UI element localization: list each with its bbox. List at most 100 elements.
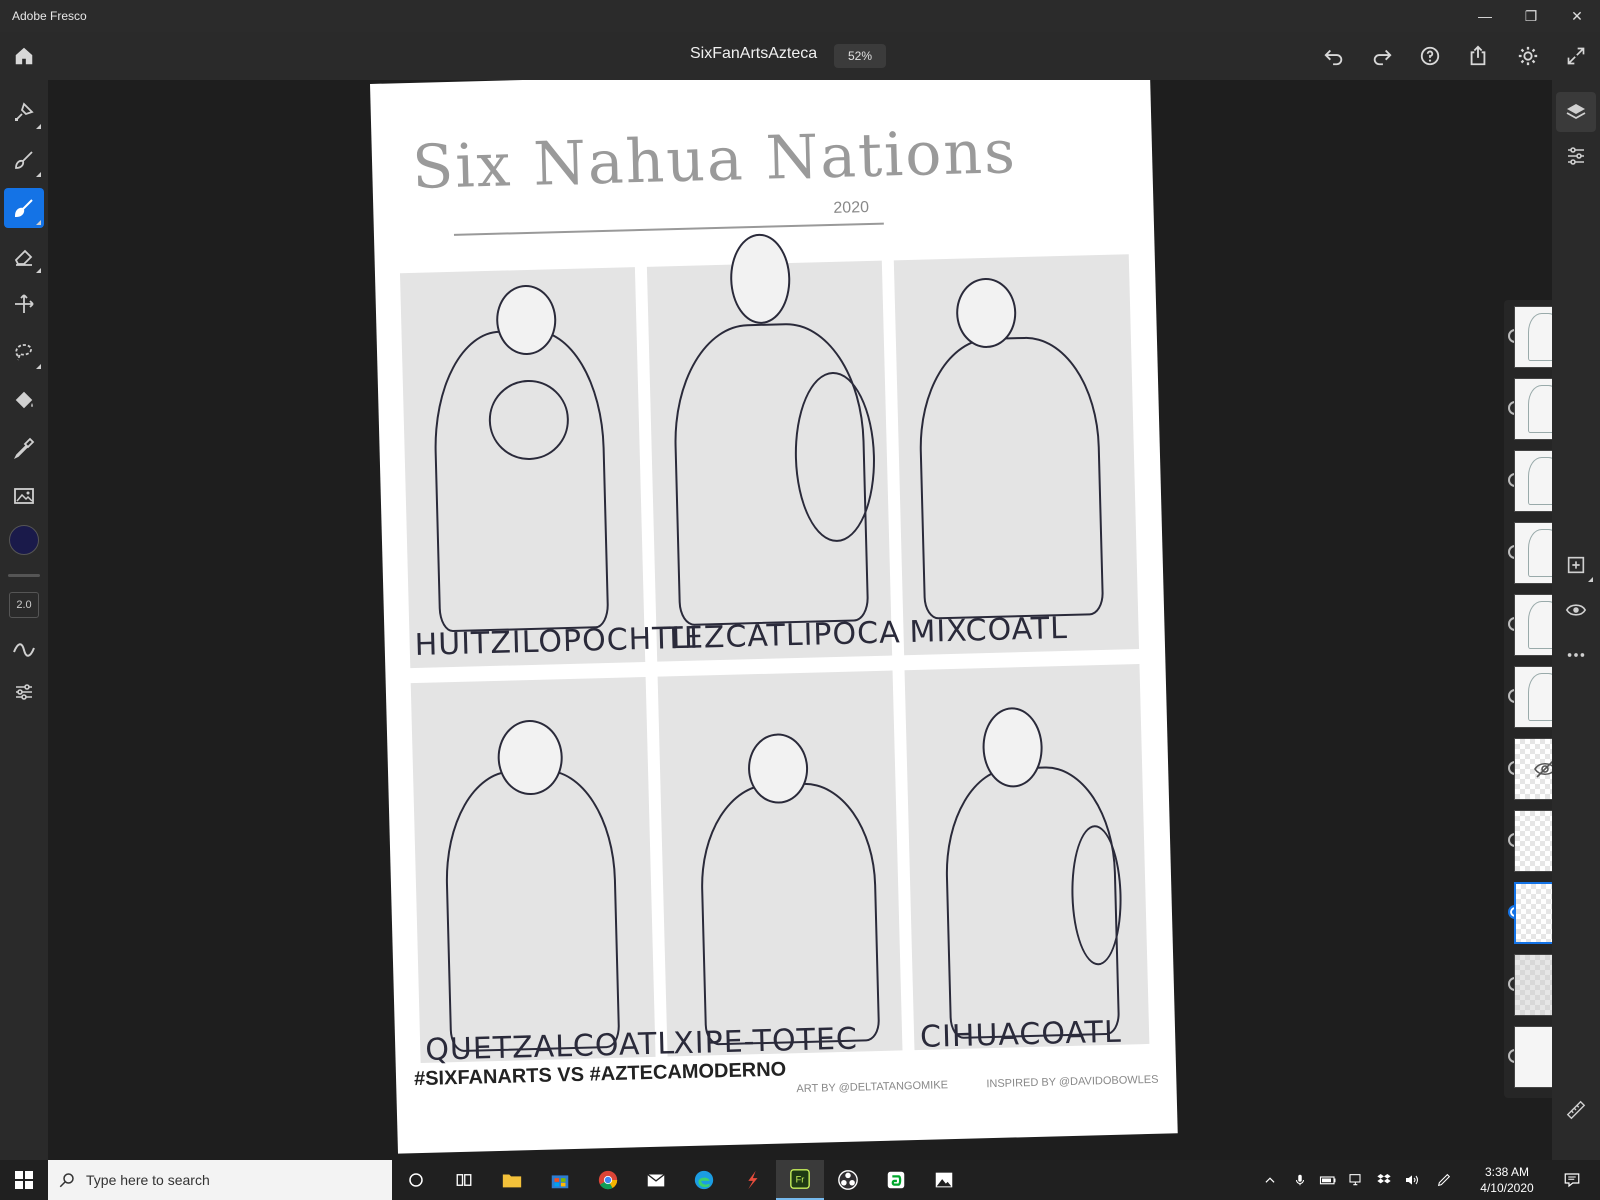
share-button[interactable]: [1462, 40, 1494, 72]
file-explorer-button[interactable]: [488, 1160, 536, 1200]
name-label-2: TEZCATLIPOCA: [664, 615, 902, 657]
artboard[interactable]: Six Nahua Nations 2020 HUITZILOPOCHTLI T…: [370, 80, 1178, 1154]
tool-options-indicator: [36, 268, 41, 273]
layer-row[interactable]: [1504, 374, 1552, 442]
toggle-visibility-button[interactable]: [1556, 590, 1596, 630]
undo-icon: [1324, 49, 1343, 66]
evernote-button[interactable]: [872, 1160, 920, 1200]
title-underline: [453, 222, 884, 236]
search-placeholder: Type here to search: [86, 1172, 210, 1188]
sketchbook-button[interactable]: [728, 1160, 776, 1200]
layer-row-background[interactable]: [1504, 1022, 1552, 1090]
layer-row-selected[interactable]: [1504, 878, 1552, 946]
more-icon: [1567, 653, 1585, 657]
fullscreen-button[interactable]: [1560, 40, 1592, 72]
sliders-icon: [1568, 147, 1584, 165]
minimize-button[interactable]: —: [1462, 0, 1508, 32]
layer-row[interactable]: [1504, 446, 1552, 514]
help-button[interactable]: [1414, 40, 1446, 72]
layer-row[interactable]: [1504, 518, 1552, 586]
pen-workspace-icon[interactable]: [1434, 1170, 1454, 1190]
layer-thumbnail[interactable]: [1514, 882, 1552, 944]
store-button[interactable]: [536, 1160, 584, 1200]
taskbar-search[interactable]: Type here to search: [48, 1160, 392, 1200]
layer-thumbnail[interactable]: [1514, 666, 1552, 728]
color-picker-swatch[interactable]: [9, 525, 39, 555]
settings-button[interactable]: [1512, 40, 1544, 72]
live-brush-tool[interactable]: [4, 140, 44, 180]
layer-row[interactable]: [1504, 950, 1552, 1018]
brush-settings-tool[interactable]: [4, 672, 44, 712]
paint-bucket-icon: [15, 391, 33, 409]
place-image-tool[interactable]: [4, 476, 44, 516]
chrome-icon: [598, 1170, 618, 1190]
edge-button[interactable]: [680, 1160, 728, 1200]
layer-row[interactable]: [1504, 590, 1552, 658]
layers-toggle-button[interactable]: [1556, 92, 1596, 132]
layer-thumbnail[interactable]: [1514, 1026, 1552, 1088]
cortana-button[interactable]: [392, 1160, 440, 1200]
redo-button[interactable]: [1366, 40, 1398, 72]
layer-thumbnail[interactable]: [1514, 954, 1552, 1016]
mail-button[interactable]: [632, 1160, 680, 1200]
layer-row[interactable]: [1504, 806, 1552, 874]
microphone-icon[interactable]: [1290, 1170, 1310, 1190]
eraser-tool[interactable]: [4, 236, 44, 276]
maximize-button[interactable]: ❐: [1508, 0, 1554, 32]
inspired-credit: INSPIRED BY @DAVIDOBOWLES: [986, 1073, 1159, 1091]
battery-icon[interactable]: [1318, 1170, 1338, 1190]
move-tool[interactable]: [4, 284, 44, 324]
name-label-3: MIXCOATL: [909, 610, 1069, 651]
layer-thumbnail[interactable]: [1514, 594, 1552, 656]
lasso-icon: [15, 344, 32, 361]
layer-thumbnail[interactable]: [1514, 450, 1552, 512]
more-options-button[interactable]: [1556, 635, 1596, 675]
obs-button[interactable]: [824, 1160, 872, 1200]
eyedropper-tool[interactable]: [4, 428, 44, 468]
layer-row[interactable]: [1504, 662, 1552, 730]
home-icon: [15, 47, 33, 65]
smoothing-tool[interactable]: [4, 630, 44, 670]
task-view-button[interactable]: [440, 1160, 488, 1200]
network-icon[interactable]: [1346, 1170, 1366, 1190]
folder-icon: [502, 1174, 522, 1188]
art-credit: ART BY @DELTATANGOMIKE: [796, 1079, 949, 1096]
fresco-button[interactable]: Fr: [776, 1160, 824, 1200]
layer-row[interactable]: [1504, 734, 1552, 802]
vector-brush-tool[interactable]: [4, 188, 44, 228]
layer-thumbnail[interactable]: [1514, 378, 1552, 440]
volume-icon[interactable]: [1402, 1170, 1422, 1190]
app-toolbar: SixFanArtsAzteca 52%: [0, 32, 1600, 80]
photos-button[interactable]: [920, 1160, 968, 1200]
document-title[interactable]: SixFanArtsAzteca: [690, 45, 817, 63]
close-button[interactable]: ✕: [1554, 0, 1600, 32]
layer-thumbnail[interactable]: [1514, 738, 1552, 800]
fill-tool[interactable]: [4, 380, 44, 420]
tool-rail: 2.0: [0, 80, 48, 1160]
tool-options-indicator: [1588, 577, 1593, 582]
chrome-button[interactable]: [584, 1160, 632, 1200]
taskbar-clock[interactable]: 3:38 AM 4/10/2020: [1472, 1164, 1542, 1196]
tray-overflow-icon[interactable]: [1260, 1170, 1280, 1190]
pixel-brush-tool[interactable]: [4, 92, 44, 132]
add-layer-button[interactable]: [1556, 545, 1596, 585]
undo-button[interactable]: [1318, 40, 1350, 72]
notifications-icon[interactable]: [1562, 1170, 1582, 1190]
name-label-1: HUITZILOPOCHTLI: [414, 620, 700, 664]
zoom-level[interactable]: 52%: [834, 44, 886, 68]
layer-row[interactable]: [1504, 302, 1552, 370]
layer-properties-button[interactable]: [1556, 136, 1596, 176]
ruler-button[interactable]: [1556, 1090, 1596, 1130]
dropbox-icon[interactable]: [1374, 1170, 1394, 1190]
canvas-area[interactable]: Six Nahua Nations 2020 HUITZILOPOCHTLI T…: [48, 80, 1552, 1160]
layer-thumbnail[interactable]: [1514, 522, 1552, 584]
brush-size-field[interactable]: 2.0: [9, 592, 39, 618]
layer-thumbnail[interactable]: [1514, 306, 1552, 368]
layer-thumbnail[interactable]: [1514, 810, 1552, 872]
home-button[interactable]: [8, 40, 40, 72]
start-button[interactable]: [0, 1160, 48, 1200]
add-layer-icon: [1567, 556, 1585, 574]
layer-sketch-preview: [1528, 529, 1552, 577]
artwork-year: 2020: [833, 198, 870, 217]
lasso-tool[interactable]: [4, 332, 44, 372]
